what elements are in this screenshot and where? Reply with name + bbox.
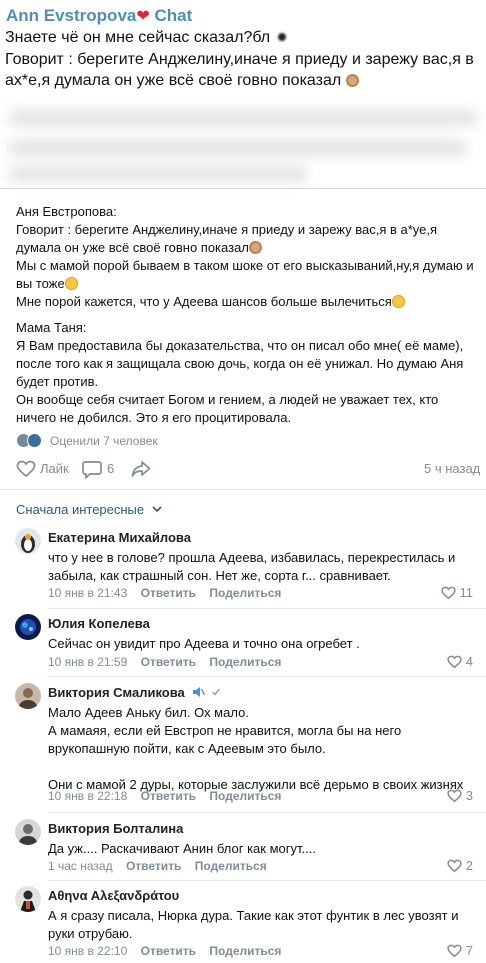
like-count: 4	[465, 654, 473, 669]
avatar[interactable]	[15, 683, 41, 709]
post-text: Аня Евстропова: Говорит : берегите Андже…	[16, 203, 474, 427]
comment-meta: 10 янв в 21:43 Ответить Поделиться	[48, 586, 291, 600]
story-author: Ann Evstropova	[6, 6, 137, 25]
rated-count: Оценили 7 человек	[50, 434, 158, 448]
reply-button[interactable]: Ответить	[126, 859, 181, 873]
heart-outline-icon	[447, 789, 462, 803]
heart-outline-icon	[447, 944, 462, 958]
story-header: Ann Evstropova❤ Chat Знаете чё он мне се…	[0, 0, 486, 188]
comment-text: А я сразу писала, Нюрка дура. Такие как …	[48, 908, 459, 941]
story-chat-label: Chat	[154, 6, 193, 25]
comment-author-name: Виктория Смаликова	[48, 685, 185, 700]
comment-like-button[interactable]: 7	[447, 943, 473, 958]
like-count: 3	[465, 788, 473, 803]
verified-check-icon	[212, 688, 221, 696]
comment-like-button[interactable]: 2	[447, 858, 473, 873]
laugh-emoji-icon	[391, 295, 405, 308]
post-paragraph: Мы с мамой порой бываем в таком шоке от …	[16, 258, 474, 291]
post-paragraph: Он вообще себя считает Богом и гением, а…	[16, 392, 439, 425]
avatar	[27, 433, 42, 448]
comment-time: 10 янв в 22:18	[48, 789, 128, 803]
comment-count[interactable]: 6	[107, 461, 114, 476]
divider	[0, 489, 486, 490]
comment-meta: 10 янв в 22:18 Ответить Поделиться	[48, 789, 291, 803]
comment-author[interactable]: Виктория Болталина	[48, 821, 183, 836]
comment-icon[interactable]	[82, 460, 102, 479]
avatar[interactable]	[15, 528, 41, 554]
share-button[interactable]: Поделиться	[209, 944, 281, 958]
comment-meta: 10 янв в 22:10 Ответить Поделиться	[48, 944, 291, 958]
comment-time: 10 янв в 21:43	[48, 586, 128, 600]
comment-like-button[interactable]: 4	[447, 654, 473, 669]
comment-author[interactable]: Юлия Копелева	[48, 616, 150, 631]
comment-author[interactable]: Екатерина Михайлова	[48, 530, 191, 545]
comment-meta: 10 янв в 21:59 Ответить Поделиться	[48, 655, 291, 669]
comment-meta: 1 час назад Ответить Поделиться	[48, 859, 277, 873]
like-count: 2	[465, 858, 473, 873]
share-icon[interactable]	[131, 460, 151, 478]
heart-outline-icon	[440, 586, 456, 600]
post-author-1: Аня Евстропова:	[16, 204, 117, 219]
comment-like-button[interactable]: 11	[440, 585, 474, 600]
comment-author[interactable]: Αθηνα Αλεξανδράτου	[48, 888, 179, 903]
blurred-text	[8, 110, 478, 126]
post-author-2: Мама Таня:	[16, 320, 87, 335]
comment-author[interactable]: Виктория Смаликова	[48, 685, 221, 700]
story-line-2: Говорит : берегите Анджелину,иначе я при…	[5, 51, 474, 68]
share-button[interactable]: Поделиться	[195, 859, 267, 873]
story-title: Ann Evstropova❤ Chat	[6, 6, 192, 26]
sort-label: Сначала интересные	[16, 502, 145, 517]
story-line-3: ах*е,я думала он уже всё своё говно пока…	[5, 72, 359, 90]
story-line-1: Знаете чё он мне сейчас сказал?бл	[5, 29, 271, 46]
share-button[interactable]: Поделиться	[209, 655, 281, 669]
muted-notifications-icon	[193, 687, 206, 697]
comment-text: Сейчас он увидит про Адеева и точно она …	[48, 636, 360, 651]
heart-outline-icon[interactable]	[16, 460, 36, 478]
comment-text: Мало Адеев Аньку бил. Ох мало. А мамаяя,…	[48, 705, 464, 792]
comments-sort-dropdown[interactable]: Сначала интересные	[16, 502, 162, 517]
divider	[48, 676, 486, 677]
blurred-text	[8, 166, 308, 182]
post-actions: Лайк 6 5 ч назад	[0, 455, 486, 483]
monkey-emoji-icon	[248, 241, 262, 254]
blur-mark	[278, 33, 286, 41]
reply-button[interactable]: Ответить	[141, 586, 196, 600]
avatar[interactable]	[15, 886, 41, 912]
comment-text: что у нее в голове? прошла Адеева, избав…	[48, 550, 456, 583]
reply-button[interactable]: Ответить	[141, 789, 196, 803]
reply-button[interactable]: Ответить	[141, 944, 196, 958]
comment-text: Да уж.... Раскачивают Анин блог как могу…	[48, 841, 316, 856]
comment-time: 10 янв в 22:10	[48, 944, 128, 958]
divider	[48, 812, 486, 813]
comment-like-button[interactable]: 3	[447, 788, 473, 803]
comment-time: 10 янв в 21:59	[48, 655, 128, 669]
avatar[interactable]	[15, 819, 41, 845]
heart-icon: ❤	[136, 8, 150, 25]
share-button[interactable]: Поделиться	[209, 586, 281, 600]
heart-outline-icon	[447, 859, 462, 873]
comment-time: 1 час назад	[48, 859, 113, 873]
like-count: 7	[465, 943, 473, 958]
post-paragraph: Я Вам предоставила бы доказательства, чт…	[16, 338, 464, 389]
reply-button[interactable]: Ответить	[141, 655, 196, 669]
heart-outline-icon	[447, 655, 462, 669]
blurred-text	[8, 140, 468, 156]
monkey-emoji-icon	[345, 74, 359, 87]
post-time: 5 ч назад	[424, 461, 481, 476]
grimace-emoji-icon	[64, 277, 78, 290]
avatar[interactable]	[15, 614, 41, 640]
divider	[48, 880, 486, 881]
post-paragraph: Мне порой кажется, что у Адеева шансов б…	[16, 293, 474, 311]
divider	[0, 188, 486, 189]
post-paragraph: Говорит : берегите Анджелину,иначе я при…	[16, 222, 438, 255]
like-button[interactable]: Лайк	[40, 461, 69, 476]
like-count: 11	[459, 585, 474, 600]
divider	[48, 608, 486, 609]
share-button[interactable]: Поделиться	[209, 789, 281, 803]
chevron-down-icon	[152, 506, 162, 513]
